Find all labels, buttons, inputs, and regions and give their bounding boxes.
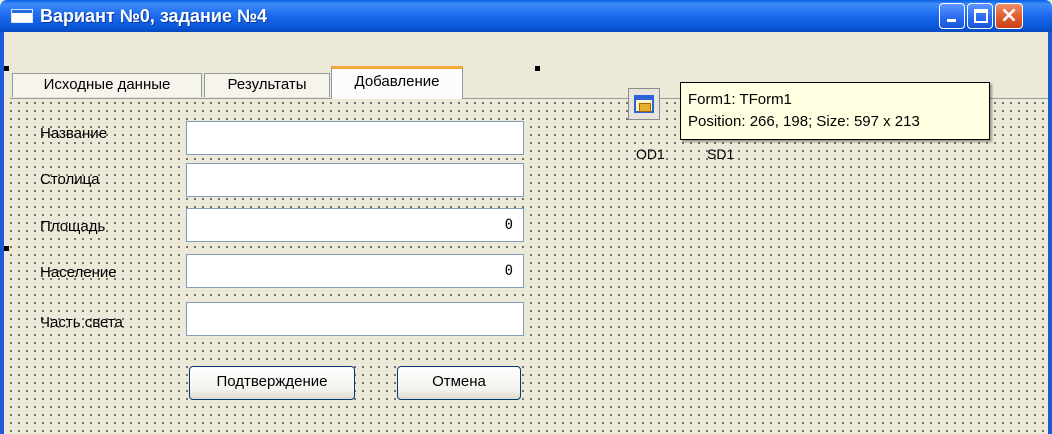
name-field[interactable] xyxy=(186,121,524,155)
capital-field[interactable] xyxy=(186,163,524,197)
tooltip-position-size: Position: 266, 198; Size: 597 x 213 xyxy=(688,113,920,130)
dialog-icon xyxy=(634,95,654,113)
sizing-handle-left-mid[interactable] xyxy=(4,246,9,251)
od1-caption: OD1 xyxy=(636,146,665,162)
title-bar[interactable]: Вариант №0, задание №4 × xyxy=(0,0,1052,32)
sizing-handle-top-left[interactable] xyxy=(4,66,9,71)
capital-label: Столица xyxy=(40,171,100,188)
population-field[interactable]: 0 xyxy=(186,254,524,288)
population-label: Население xyxy=(40,264,117,281)
maximize-icon xyxy=(974,9,988,23)
tab-source-data[interactable]: Исходные данные xyxy=(12,73,202,97)
window-icon xyxy=(11,9,33,23)
confirm-button[interactable]: Подтверждение xyxy=(189,366,355,400)
design-grid-page xyxy=(10,98,1048,434)
minimize-icon xyxy=(947,19,956,22)
tab-add[interactable]: Добавление xyxy=(331,66,463,99)
maximize-button[interactable] xyxy=(967,3,993,29)
form-info-tooltip: Form1: TForm1 Position: 266, 198; Size: … xyxy=(680,82,990,140)
name-label: Название xyxy=(40,125,108,142)
area-label: Площадь xyxy=(40,218,106,235)
continent-field[interactable] xyxy=(186,302,524,336)
window-frame-right xyxy=(1048,32,1052,434)
window-title: Вариант №0, задание №4 xyxy=(40,6,268,26)
sd1-caption: SD1 xyxy=(707,146,735,162)
minimize-button[interactable] xyxy=(939,3,965,29)
area-field[interactable]: 0 xyxy=(186,208,524,242)
sizing-handle-top-mid[interactable] xyxy=(535,66,540,71)
tab-results[interactable]: Результаты xyxy=(204,73,330,97)
designer-window: Вариант №0, задание №4 × Исходные данные… xyxy=(0,0,1052,434)
open-dialog-component-icon[interactable] xyxy=(628,88,660,120)
cancel-button[interactable]: Отмена xyxy=(397,366,521,400)
close-button[interactable]: × xyxy=(995,3,1023,29)
close-icon: × xyxy=(999,3,1019,28)
tooltip-form-name: Form1: TForm1 xyxy=(688,91,792,108)
continent-label: Часть света xyxy=(40,314,123,331)
